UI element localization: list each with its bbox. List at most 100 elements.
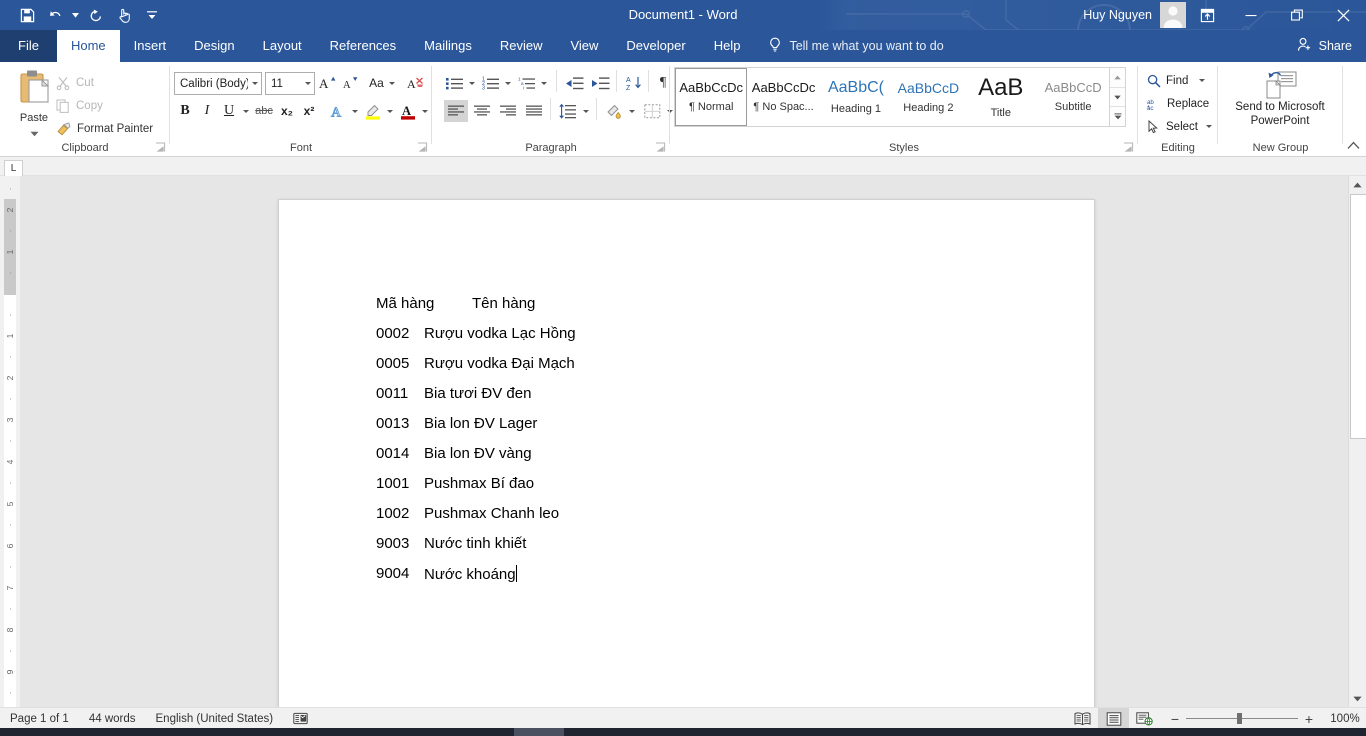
- zoom-in-button[interactable]: +: [1298, 711, 1320, 727]
- bullets-button[interactable]: [444, 72, 466, 94]
- styles-dialog-launcher[interactable]: [1123, 142, 1134, 153]
- shrink-font-button[interactable]: A: [339, 72, 361, 94]
- restore-button[interactable]: [1274, 0, 1320, 30]
- scroll-down-button[interactable]: [1349, 690, 1366, 707]
- multilevel-list-button[interactable]: 1ai: [516, 72, 538, 94]
- vertical-scrollbar[interactable]: [1348, 176, 1366, 707]
- view-read-mode[interactable]: [1067, 708, 1098, 729]
- find-button[interactable]: Find: [1144, 70, 1208, 91]
- shading-dropdown-icon[interactable]: [626, 100, 638, 122]
- decrease-indent-button[interactable]: [562, 72, 586, 94]
- tab-help[interactable]: Help: [700, 30, 755, 62]
- ribbon-display-options-icon[interactable]: [1186, 0, 1228, 30]
- font-color-dropdown-icon[interactable]: [419, 100, 431, 122]
- numbering-dropdown-icon[interactable]: [502, 72, 514, 94]
- proofing-status-icon[interactable]: [283, 708, 318, 729]
- copy-button[interactable]: Copy: [56, 95, 103, 116]
- cut-button[interactable]: Cut: [56, 72, 94, 93]
- share-button[interactable]: Share: [1297, 30, 1352, 62]
- justify-button[interactable]: [522, 100, 546, 122]
- style-heading-2[interactable]: AaBbCcD Heading 2: [892, 68, 964, 126]
- avatar[interactable]: [1160, 2, 1186, 28]
- numbering-button[interactable]: 123: [480, 72, 502, 94]
- sort-button[interactable]: AZ: [622, 72, 646, 94]
- format-painter-button[interactable]: Format Painter: [56, 118, 153, 139]
- change-case-button[interactable]: Aa: [366, 72, 398, 94]
- send-to-powerpoint-button[interactable]: Send to Microsoft PowerPoint: [1225, 70, 1335, 128]
- tab-insert[interactable]: Insert: [120, 30, 181, 62]
- style-subtitle[interactable]: AaBbCcD Subtitle: [1037, 68, 1109, 126]
- text-highlight-dropdown-icon[interactable]: [384, 100, 396, 122]
- style-title[interactable]: AaB Title: [965, 68, 1037, 126]
- align-right-button[interactable]: [496, 100, 520, 122]
- tab-developer[interactable]: Developer: [612, 30, 699, 62]
- word-count-status[interactable]: 44 words: [79, 708, 146, 729]
- tab-view[interactable]: View: [556, 30, 612, 62]
- superscript-button[interactable]: x²: [298, 100, 320, 122]
- strikethrough-button[interactable]: abc: [252, 100, 276, 122]
- user-name[interactable]: Huy Nguyen: [1083, 8, 1152, 22]
- replace-button[interactable]: ab ac Replace: [1144, 93, 1212, 114]
- paragraph-dialog-launcher[interactable]: [655, 142, 666, 153]
- styles-gallery-scroll[interactable]: [1109, 68, 1126, 127]
- view-print-layout[interactable]: [1098, 708, 1129, 729]
- tab-references[interactable]: References: [316, 30, 410, 62]
- save-icon[interactable]: [14, 3, 40, 27]
- style-no-spacing[interactable]: AaBbCcDc ¶ No Spac...: [747, 68, 819, 126]
- undo-dropdown-icon[interactable]: [70, 3, 81, 27]
- style-heading-1[interactable]: AaBbC( Heading 1: [820, 68, 892, 126]
- language-status[interactable]: English (United States): [146, 708, 284, 729]
- undo-icon[interactable]: [42, 3, 68, 27]
- collapse-ribbon-button[interactable]: [1346, 138, 1360, 152]
- underline-button[interactable]: U: [218, 100, 240, 122]
- center-button[interactable]: [470, 100, 494, 122]
- bold-button[interactable]: B: [174, 100, 196, 122]
- font-size-combobox[interactable]: 11: [265, 72, 315, 95]
- text-effects-dropdown-icon[interactable]: [349, 100, 361, 122]
- multilevel-list-dropdown-icon[interactable]: [538, 72, 550, 94]
- close-button[interactable]: [1320, 0, 1366, 30]
- styles-scroll-down-icon[interactable]: [1110, 87, 1126, 108]
- zoom-out-button[interactable]: −: [1164, 711, 1186, 727]
- zoom-track[interactable]: [1186, 713, 1298, 724]
- zoom-slider[interactable]: − +: [1164, 711, 1320, 727]
- styles-scroll-up-icon[interactable]: [1110, 68, 1126, 88]
- grow-font-button[interactable]: A: [316, 72, 338, 94]
- paste-button[interactable]: Paste: [10, 68, 58, 140]
- font-family-dropdown-icon[interactable]: [248, 74, 261, 93]
- font-size-dropdown-icon[interactable]: [302, 74, 314, 93]
- font-color-button[interactable]: A: [397, 100, 419, 122]
- zoom-level[interactable]: 100%: [1324, 713, 1366, 725]
- tab-stop-selector[interactable]: L: [4, 160, 23, 177]
- minimize-button[interactable]: [1228, 0, 1274, 30]
- style-normal[interactable]: AaBbCcDc ¶ Normal: [675, 68, 748, 126]
- text-effects-button[interactable]: A: [327, 100, 349, 122]
- tab-review[interactable]: Review: [486, 30, 557, 62]
- subscript-button[interactable]: x₂: [276, 100, 298, 122]
- font-dialog-launcher[interactable]: [417, 142, 428, 153]
- redo-icon[interactable]: [83, 3, 109, 27]
- tab-home[interactable]: Home: [56, 30, 120, 62]
- align-left-button[interactable]: [444, 100, 468, 122]
- vertical-ruler[interactable]: 2 1 1 2 3 4 5 6 7 8 9 · · · · · · · · · · · · ·: [0, 176, 20, 715]
- horizontal-ruler[interactable]: 21123456789101112131415·|··|··|··|··|··|…: [0, 157, 1366, 333]
- windows-taskbar[interactable]: [0, 728, 1366, 736]
- customize-qat-icon[interactable]: [139, 3, 165, 27]
- tell-me-search[interactable]: Tell me what you want to do: [754, 30, 953, 62]
- select-button[interactable]: Select: [1144, 116, 1215, 137]
- page-number-status[interactable]: Page 1 of 1: [0, 708, 79, 729]
- styles-more-icon[interactable]: [1110, 107, 1126, 127]
- zoom-handle[interactable]: [1237, 713, 1242, 724]
- document-text-body[interactable]: Mã hàng Tên hàng 0002 Rượu vodka Lạc Hồng…: [376, 295, 1036, 595]
- underline-dropdown-icon[interactable]: [240, 100, 252, 122]
- shading-button[interactable]: [602, 100, 626, 122]
- scroll-up-button[interactable]: [1349, 176, 1366, 193]
- italic-button[interactable]: I: [196, 100, 218, 122]
- view-web-layout[interactable]: [1129, 708, 1160, 729]
- font-family-combobox[interactable]: Calibri (Body): [174, 72, 262, 95]
- clipboard-dialog-launcher[interactable]: [155, 142, 166, 153]
- quick-access-toolbar[interactable]: [14, 0, 165, 30]
- line-spacing-button[interactable]: [556, 100, 580, 122]
- line-spacing-dropdown-icon[interactable]: [580, 100, 592, 122]
- scrollbar-thumb[interactable]: [1350, 194, 1366, 439]
